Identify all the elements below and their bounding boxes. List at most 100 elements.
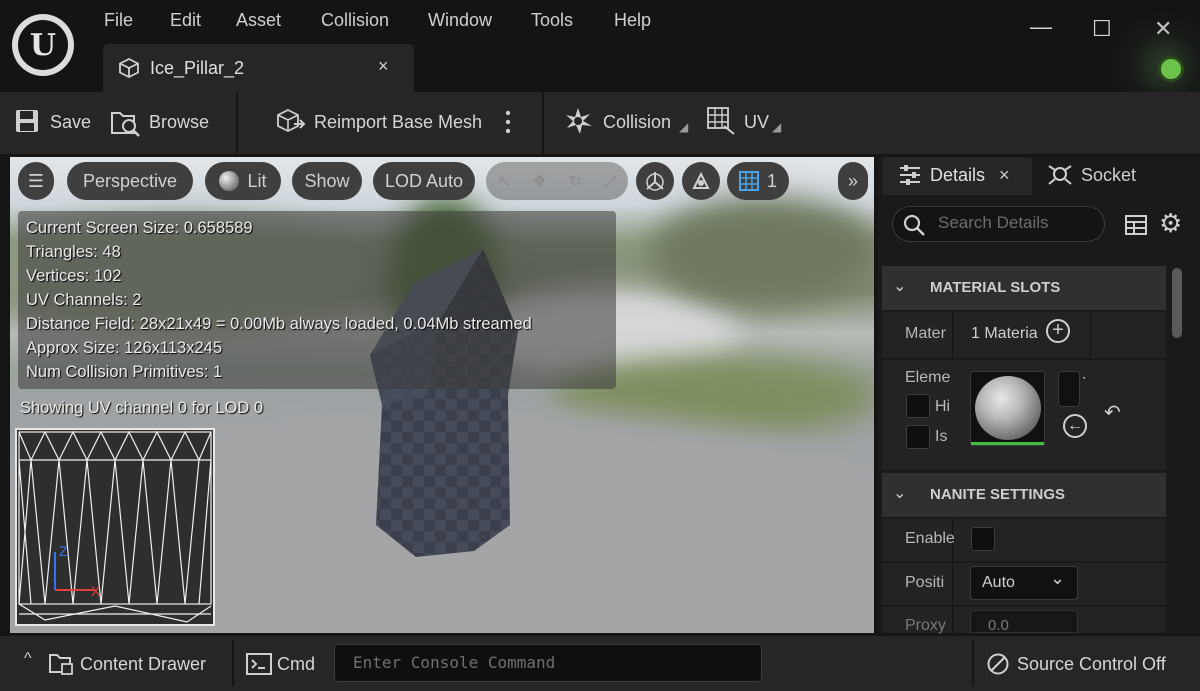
menu-help[interactable]: Help: [614, 10, 651, 31]
terminal-icon: [246, 653, 272, 675]
table-view-icon[interactable]: [1125, 214, 1147, 236]
stat-screen-size: Current Screen Size: 0.658589: [26, 219, 253, 237]
console-placeholder: Enter Console Command: [353, 653, 556, 672]
material-thumbnail[interactable]: [970, 371, 1045, 446]
details-scrollbar[interactable]: [1172, 268, 1182, 338]
asset-tab-title: Ice_Pillar_2: [150, 58, 245, 78]
unreal-logo-icon[interactable]: U: [12, 14, 74, 76]
grid-icon: [738, 171, 759, 191]
more-options-icon[interactable]: [504, 110, 512, 134]
stat-collision-primitives: Num Collision Primitives: 1: [26, 363, 223, 381]
maximize-button[interactable]: ☐: [1092, 16, 1112, 42]
toolbar-divider: [236, 92, 238, 154]
asset-tab-close-button[interactable]: ×: [378, 56, 389, 77]
socket-icon: [1048, 165, 1072, 185]
menu-edit[interactable]: Edit: [170, 10, 201, 31]
content-drawer-icon: [49, 654, 73, 675]
grid-snap-button[interactable]: 1: [727, 162, 789, 200]
lit-sphere-icon: [219, 171, 240, 191]
browse-to-asset-icon[interactable]: ←: [1063, 414, 1087, 438]
nanite-enable-checkbox[interactable]: [971, 527, 995, 551]
menu-tools[interactable]: Tools: [531, 10, 573, 31]
svg-text:X: X: [91, 583, 101, 599]
console-command-input[interactable]: Enter Console Command: [334, 644, 762, 682]
save-icon: [16, 110, 38, 132]
show-button[interactable]: Show: [292, 162, 362, 200]
source-control-off-icon: [987, 653, 1009, 675]
hamburger-menu-icon: ☰: [27, 170, 45, 191]
nanite-proxy-value: 0.0: [988, 617, 1009, 634]
material-slots-title: MATERIAL SLOTS: [930, 279, 1061, 296]
isolate-checkbox[interactable]: [906, 425, 930, 449]
lit-button-label: Lit: [247, 170, 267, 191]
chevron-up-icon: ^: [24, 650, 32, 667]
reset-to-default-icon[interactable]: ↶: [1104, 400, 1121, 425]
move-tool-icon[interactable]: ✥: [533, 172, 546, 190]
details-tab-label: Details: [930, 165, 986, 185]
viewport-options-menu-button[interactable]: ☰: [18, 162, 54, 200]
material-picker-combo[interactable]: [1058, 371, 1080, 407]
search-icon: [903, 214, 925, 236]
source-control-button[interactable]: Source Control Off: [1017, 654, 1166, 675]
uv-grid-icon: [707, 107, 735, 135]
uv-layout-overlay: Z X: [15, 428, 215, 626]
stat-uv-channels: UV Channels: 2: [26, 291, 142, 309]
perspective-button[interactable]: Perspective: [67, 162, 193, 200]
select-tool-icon[interactable]: ↖: [498, 172, 511, 190]
save-button[interactable]: Save: [50, 112, 91, 133]
menu-collision[interactable]: Collision: [321, 10, 389, 31]
details-sliders-icon: [900, 165, 920, 185]
menu-file[interactable]: File: [104, 10, 133, 31]
svg-text:Z: Z: [59, 543, 68, 559]
details-tab-close-button[interactable]: ×: [999, 165, 1010, 186]
revision-control-badge-icon[interactable]: [1158, 56, 1184, 82]
rotate-tool-icon[interactable]: ↻: [569, 172, 582, 190]
transform-tools-group[interactable]: ↖ ✥ ↻ ⤢: [486, 162, 628, 200]
menu-asset[interactable]: Asset: [236, 10, 281, 31]
uv-dropdown[interactable]: UV: [744, 112, 769, 133]
nanite-position-value: Auto: [982, 574, 1015, 591]
uv-channel-caption: Showing UV channel 0 for LOD 0: [20, 399, 264, 417]
settings-gear-icon[interactable]: ⚙: [1159, 208, 1182, 239]
stat-approx-size: Approx Size: 126x113x245: [26, 339, 222, 357]
world-local-toggle-icon[interactable]: [636, 162, 674, 200]
lod-button[interactable]: LOD Auto: [373, 162, 475, 200]
stat-triangles: Triangles: 48: [26, 243, 121, 261]
scale-tool-icon[interactable]: ⤢: [604, 173, 616, 190]
browse-icon: [111, 112, 140, 137]
add-material-icon[interactable]: +: [1046, 319, 1070, 343]
socket-tab[interactable]: Socket: [1081, 165, 1136, 186]
chevron-down-icon: ⌄: [893, 485, 907, 502]
highlight-label: Hi: [935, 398, 951, 415]
material-type-bar: [971, 442, 1044, 445]
lit-button[interactable]: Lit: [205, 162, 281, 200]
material-count-value: 1 Materia: [971, 325, 1038, 342]
menu-window[interactable]: Window: [428, 10, 492, 31]
cmd-button[interactable]: Cmd: [277, 654, 315, 675]
statusbar-divider: [232, 640, 234, 686]
nanite-proxy-input[interactable]: [970, 610, 1078, 633]
nanite-settings-title: NANITE SETTINGS: [930, 486, 1066, 503]
collision-icon: [566, 108, 592, 134]
nanite-enable-label: Enable: [905, 530, 955, 547]
reimport-icon: [277, 108, 306, 133]
reimport-base-mesh-button[interactable]: Reimport Base Mesh: [314, 112, 482, 133]
static-mesh-icon: [119, 57, 139, 79]
chevron-down-icon: ⌄: [1050, 568, 1066, 588]
content-drawer-label: Content Drawer: [80, 654, 207, 674]
material-sphere-preview: [975, 376, 1041, 440]
browse-button[interactable]: Browse: [149, 112, 209, 133]
stat-vertices: Vertices: 102: [26, 267, 122, 285]
background-foliage: [650, 197, 874, 307]
collision-dropdown[interactable]: Collision: [603, 112, 671, 133]
nanite-position-label: Positi: [905, 574, 945, 591]
chevron-down-icon: ⌄: [893, 278, 907, 295]
highlight-checkbox[interactable]: [906, 394, 930, 418]
statusbar-divider: [972, 640, 974, 686]
viewport-more-button[interactable]: »: [838, 162, 868, 200]
stat-distance-field: Distance Field: 28x21x49 = 0.00Mb always…: [26, 315, 532, 333]
uv-dropdown-arrow-icon: ◢: [772, 120, 782, 134]
minimize-button[interactable]: —: [1030, 14, 1052, 40]
toolbar-divider: [542, 92, 544, 154]
surface-snapping-icon[interactable]: [682, 162, 720, 200]
